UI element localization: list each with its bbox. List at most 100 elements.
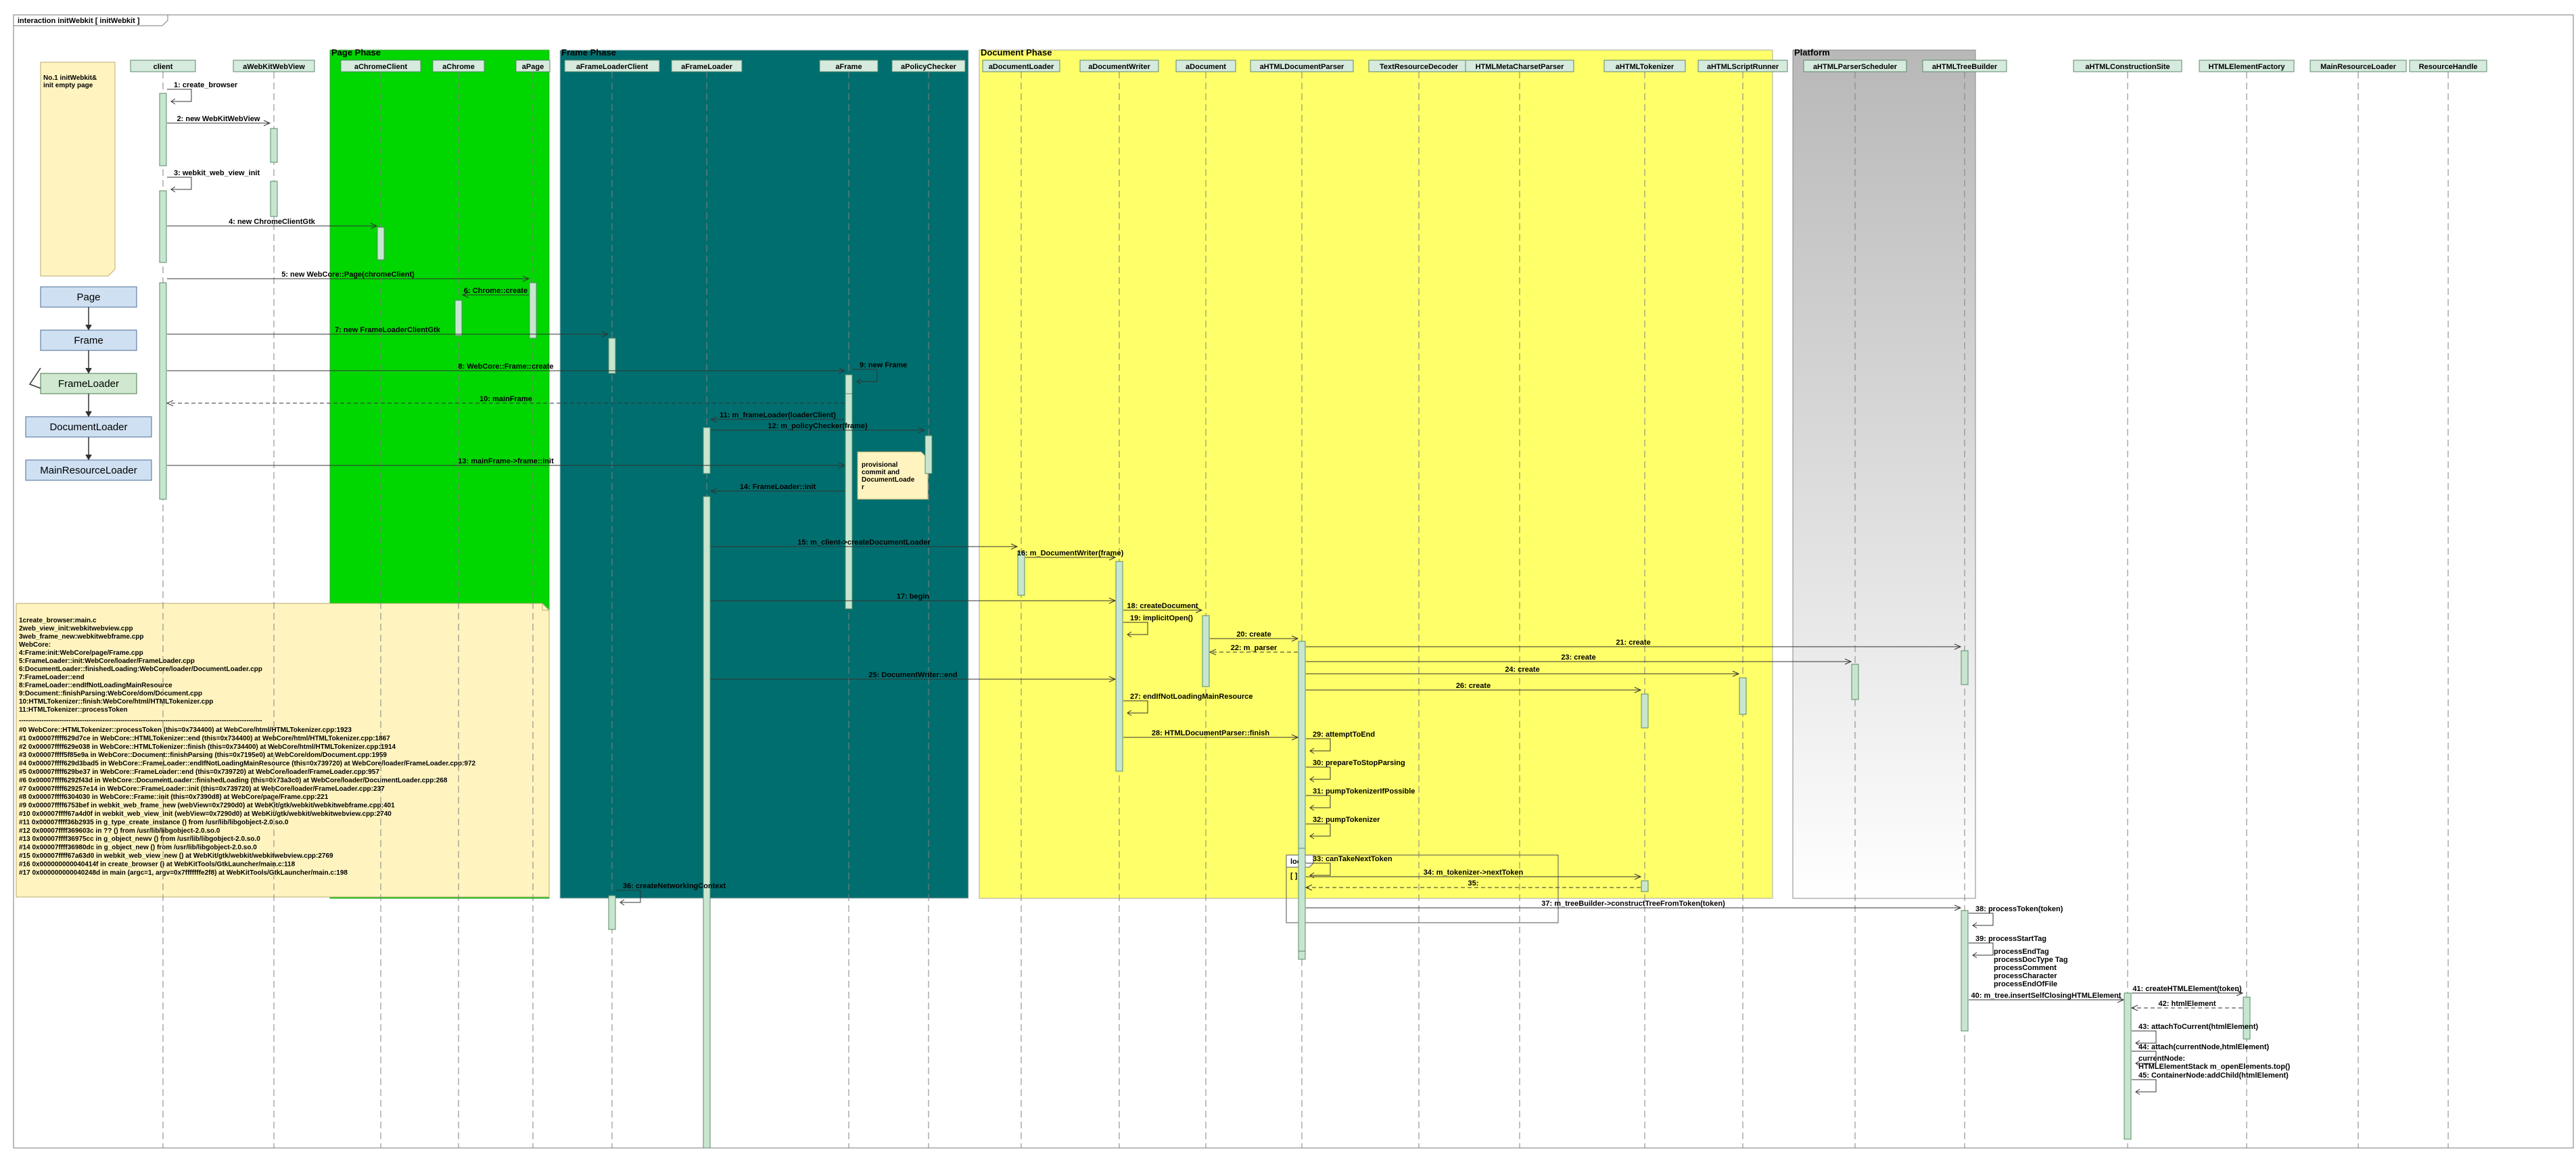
message-label: 44: attach(currentNode,htmlElement) <box>2138 1043 2269 1051</box>
message-3: 3: webkit_web_view_init <box>167 169 260 193</box>
provisional-note-line: r <box>862 484 864 491</box>
lifeline-label-htmlparser: aHTMLDocumentParser <box>1260 63 1344 71</box>
message-45: 45: ContainerNode:addChild(htmlElement) <box>2132 1072 2289 1095</box>
message-label: 12: m_policyChecker(frame) <box>768 422 868 430</box>
message-label: 13: mainFrame->frame::init <box>458 457 554 465</box>
code-file-line: 6:DocumentLoader::finishedLoading:WebCor… <box>19 666 262 673</box>
lifeline-label-construction: aHTMLConstructionSite <box>2085 63 2170 71</box>
message-label: 2: new WebKitWebView <box>177 115 260 123</box>
message-label: 37: m_treeBuilder->constructTreeFromToke… <box>1541 900 1725 908</box>
stack-frame-line: #2 0x00007ffff629e038 in WebCore::HTMLTo… <box>19 743 396 751</box>
activation-chromeclient <box>377 227 385 260</box>
message-42: 42: htmlElement <box>2130 1000 2243 1011</box>
code-file-line: 11:HTMLTokenizer::processToken <box>19 706 128 714</box>
class-box-documentloader-label: DocumentLoader <box>49 421 127 433</box>
message-label: 36: createNetworkingContext <box>623 882 726 890</box>
message-label: 21: create <box>1616 639 1650 647</box>
activation-client <box>159 190 167 263</box>
lifeline-label-wkview: aWebKitWebView <box>243 63 305 71</box>
process-list-item: processEndOfFile <box>1994 980 2057 988</box>
message-1: 1: create_browser <box>167 81 238 105</box>
code-file-line: 7:FrameLoader::end <box>19 674 85 681</box>
message-label: 22: m_parser <box>1231 644 1278 652</box>
platform-phase-region <box>1792 49 1976 899</box>
message-label: 45: ContainerNode:addChild(htmlElement) <box>2138 1072 2289 1080</box>
code-file-line: 9:Document::finishParsing:WebCore/dom/Do… <box>19 690 202 697</box>
lifeline-label-scriptrunner: aHTMLScriptRunner <box>1707 63 1779 71</box>
code-file-line: 5:FrameLoader::init:WebCore/loader/Frame… <box>19 658 195 665</box>
message-label: 27: endIfNotLoadingMainResource <box>1130 693 1253 701</box>
message-label: 1: create_browser <box>174 81 238 89</box>
code-file-line: 10:HTMLTokenizer::finish:WebCore/html/HT… <box>19 698 213 706</box>
lifeline-label-client: client <box>154 63 173 71</box>
frame-title: interaction initWebkit [ initWebkit ] <box>18 17 140 25</box>
class-box-mainresourceloader-label: MainResourceLoader <box>40 465 137 476</box>
message-label: 16: m_DocumentWriter(frame) <box>1017 549 1124 557</box>
provisional-note-line: DocumentLoade <box>862 476 915 484</box>
activation-policy <box>924 435 933 474</box>
class-box-frame-label: Frame <box>74 335 103 346</box>
lifeline-label-page: aPage <box>522 63 544 71</box>
stack-frame-line: #3 0x00007ffff5f85e9a in WebCore::Docume… <box>19 752 387 759</box>
lifeline-label-treebuilder: aHTMLTreeBuilder <box>1932 63 1998 71</box>
lifeline-label-reshandle: ResourceHandle <box>2419 63 2478 71</box>
stack-frame-line: #5 0x00007ffff629be37 in WebCore::FrameL… <box>19 768 379 776</box>
message-label: 30: prepareToStopParsing <box>1313 759 1405 767</box>
message-label: 15: m_client->createDocumentLoader <box>797 538 931 547</box>
activation-treebuilder <box>1961 910 1969 1032</box>
message-label: 42: htmlElement <box>2159 1000 2216 1008</box>
stack-frame-line: #6 0x00007ffff6292f43d in WebCore::Docum… <box>19 777 448 784</box>
stack-frame-line: #9 0x00007ffff6753bef in webkit_web_fram… <box>19 802 395 810</box>
class-box-page-label: Page <box>76 292 100 303</box>
message-label: 26: create <box>1456 682 1491 690</box>
lifeline-label-textdecoder: TextResourceDecoder <box>1380 63 1459 71</box>
code-file-line: 4:Frame:init:WebCore/page/Frame.cpp <box>19 649 143 657</box>
top-note <box>40 62 116 277</box>
message-label: 6: Chrome::create <box>464 287 528 295</box>
provisional-note-line: commit and <box>862 469 899 476</box>
message-label: 9: new Frame <box>860 361 907 369</box>
process-list-item: processCharacter <box>1994 972 2057 980</box>
message-label: 35: <box>1468 879 1479 888</box>
message-label: 33: canTakeNextToken <box>1313 855 1392 863</box>
class-box-frameloader-label: FrameLoader <box>58 378 119 390</box>
attach-detail: HTMLElementStack m_openElements.top() <box>2138 1063 2291 1071</box>
stack-frame-line: #1 0x00007ffff629d7ce in WebCore::HTMLTo… <box>19 735 390 742</box>
activation-page <box>529 282 537 339</box>
message-label: 40: m_tree.insertSelfClosingHTMLElement <box>1971 992 2122 1000</box>
message-label: 11: m_frameLoader(loaderClient) <box>720 411 836 419</box>
message-label: 25: DocumentWriter::end <box>868 671 957 679</box>
stack-frame-line: #12 0x00007ffff369603c in ?? () from /us… <box>19 827 220 835</box>
activation-elemfactory <box>2243 996 2251 1040</box>
activation-frame <box>845 393 853 427</box>
lifeline-label-metacharset: HTMLMetaCharsetParser <box>1476 63 1565 71</box>
lifeline-label-docwriter: aDocumentWriter <box>1088 63 1150 71</box>
stack-frame-line: #7 0x00007ffff629257e14 in WebCore::Fram… <box>19 785 385 793</box>
message-43: 43: attachToCurrent(htmlElement) <box>2132 1023 2258 1046</box>
lifeline-label-chromeclient: aChromeClient <box>354 63 408 71</box>
stack-frame-line: #4 0x00007ffff629d3bad5 in WebCore::Fram… <box>19 760 476 768</box>
activation-client <box>159 93 167 166</box>
stack-frame-line: #15 0x00007ffff67a63d0 in webkit_web_vie… <box>19 852 333 860</box>
code-separator: ----------------------------------------… <box>19 717 262 724</box>
activation-tokenizer <box>1641 693 1649 729</box>
message-label: 10: mainFrame <box>479 395 532 403</box>
stack-frame-line: #17 0x000000000040248d in main (argc=1, … <box>19 869 348 877</box>
code-file-line: WebCore: <box>19 641 51 649</box>
message-label: 43: attachToCurrent(htmlElement) <box>2138 1023 2258 1031</box>
message-2: 2: new WebKitWebView <box>167 115 271 127</box>
stack-frame-line: #10 0x00007ffff67a4d0f in webkit_web_vie… <box>19 810 392 818</box>
top-note-line: init empty page <box>43 82 93 89</box>
loop-guard: [ ] <box>1290 872 1298 880</box>
stack-frame-line: #13 0x00007ffff36975cc in g_object_newv … <box>19 835 260 843</box>
activation-docloader <box>1017 551 1025 596</box>
message-41: 41: createHTMLElement(token) <box>2132 985 2244 996</box>
message-37: 37: m_treeBuilder->constructTreeFromToke… <box>1306 900 1962 911</box>
process-list-item: processComment <box>1994 964 2057 972</box>
message-label: 24: create <box>1505 666 1539 674</box>
message-label: 5: new WebCore::Page(chromeClient) <box>281 271 415 279</box>
document-phase-region <box>979 49 1773 899</box>
activation-wkview <box>270 181 278 217</box>
activation-docwriter <box>1115 561 1123 772</box>
message-label: 38: processToken(token) <box>1975 905 2063 913</box>
